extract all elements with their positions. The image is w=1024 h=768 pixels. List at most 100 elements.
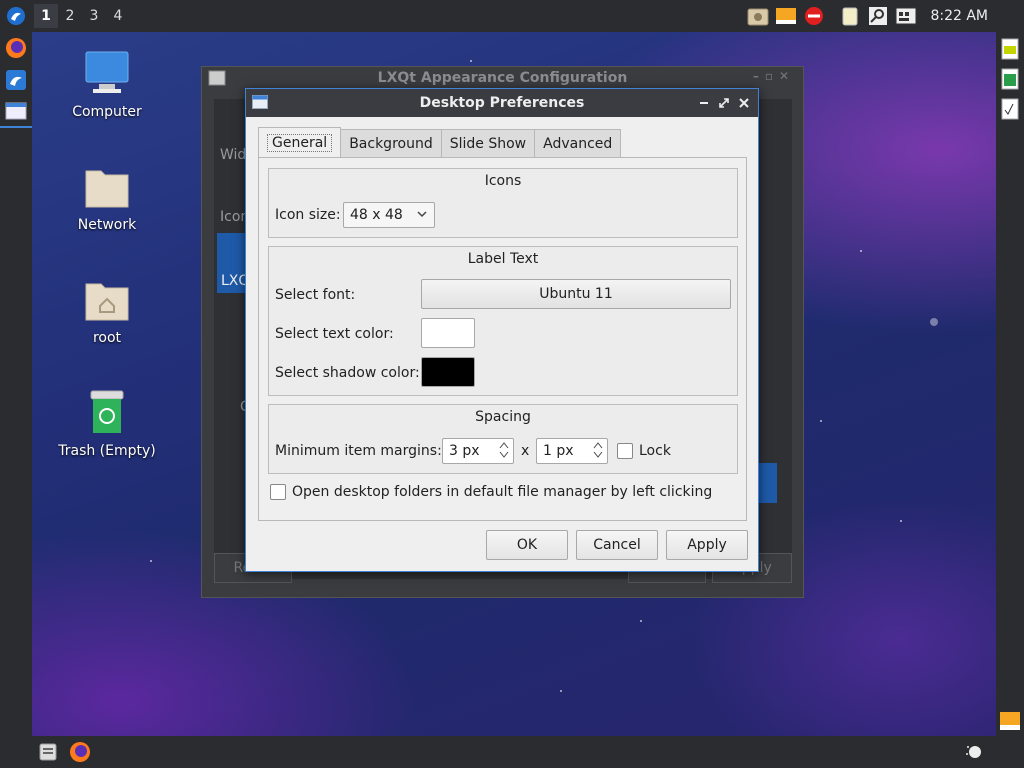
firefox-icon[interactable] [0,32,32,64]
margin-x-spinbox[interactable]: 3 px [442,438,514,464]
magnifier-icon[interactable] [866,4,890,28]
desktop-preferences-dialog: Desktop Preferences General Background S… [245,88,759,572]
minimum-margins-label: Minimum item margins: [275,443,442,459]
chevron-down-icon [416,208,428,224]
font-value: Ubuntu 11 [539,286,613,302]
chevron-down-icon[interactable] [593,451,603,459]
lock-checkbox[interactable] [617,443,633,459]
select-shadow-color-label: Select shadow color: [275,365,420,381]
desktop-icon-computer[interactable]: Computer [47,50,167,120]
group-title: Spacing [475,409,531,425]
file-manager-icon[interactable] [34,738,62,766]
icon-size-select[interactable]: 48 x 48 [343,202,435,228]
dialog-titlebar[interactable]: Desktop Preferences [246,89,758,117]
tab-background[interactable]: Background [341,129,442,157]
tab-bar: General Background Slide Show Advanced [258,127,622,157]
maximize-icon[interactable] [718,97,730,109]
group-title: Icons [484,173,522,189]
desktop-icon-label: Trash (Empty) [58,443,156,459]
home-folder-icon [83,276,131,324]
show-desktop-icon[interactable] [960,738,988,766]
desktop-icon-root[interactable]: root [47,276,167,346]
tab-label: Slide Show [449,135,527,152]
window-icon [252,95,268,113]
dialog-title: Desktop Preferences [419,95,585,111]
desktop-icon-network[interactable]: Network [47,163,167,233]
folder-network-icon [83,163,131,211]
spacing-group: Spacing Minimum item margins: 3 px x 1 p… [268,404,738,474]
workspace-4[interactable]: 4 [106,4,130,28]
bottom-panel [0,736,1024,768]
spreadsheet-icon[interactable] [996,64,1024,94]
firefox-icon[interactable] [66,738,94,766]
margin-separator: x [521,443,530,459]
window-controls[interactable]: –▫✕ [753,69,795,83]
qt-document-icon[interactable] [996,34,1024,64]
notes-icon[interactable] [838,4,862,28]
chevron-up-icon[interactable] [499,441,509,449]
desktop-icon-label: Network [77,217,137,233]
keyboard-layout-icon[interactable] [894,4,918,28]
apply-button[interactable]: Apply [666,530,748,560]
chevron-down-icon[interactable] [499,451,509,459]
right-panel [996,32,1024,736]
margin-y-spinbox[interactable]: 1 px [536,438,608,464]
clock[interactable]: 8:22 AM [930,8,988,24]
general-tab-pane: Icons Icon size: 48 x 48 Label Text Sele… [258,157,747,521]
screenshot-icon[interactable] [746,4,770,28]
minimize-icon[interactable] [698,97,710,109]
lock-label: Lock [639,443,671,459]
tab-label: Advanced [543,135,613,152]
archive-icon[interactable] [996,706,1024,736]
partial-label: Wid [220,147,247,163]
desktop-icon-trash[interactable]: Trash (Empty) [47,389,167,459]
tab-label: General [267,133,333,152]
open-folders-label: Open desktop folders in default file man… [292,484,713,500]
icons-group: Icons Icon size: 48 x 48 [268,168,738,238]
workspace-3[interactable]: 3 [82,4,106,28]
trash-icon [83,389,131,437]
app-menu-icon[interactable] [4,4,28,28]
tab-label: Background [349,135,433,152]
select-text-color-label: Select text color: [275,326,394,342]
margin-y-value: 1 px [543,443,574,459]
label-text-group: Label Text Select font: Ubuntu 11 Select… [268,246,738,396]
shadow-color-swatch-button[interactable] [421,357,475,387]
icon-size-label: Icon size: [275,207,341,223]
top-panel: 1 2 3 4 8:22 AM [0,0,1024,32]
margin-x-value: 3 px [449,443,480,459]
tab-advanced[interactable]: Advanced [535,129,622,157]
formula-document-icon[interactable] [996,94,1024,124]
no-entry-icon[interactable] [802,4,826,28]
lxqt-launcher-icon[interactable] [0,64,32,96]
selected-item[interactable] [759,463,777,503]
workspace-switcher: 1 2 3 4 [34,4,130,28]
icon-size-value: 48 x 48 [350,207,403,223]
left-launcher-panel [0,32,32,736]
ok-button[interactable]: OK [486,530,568,560]
open-folders-checkbox[interactable] [270,484,286,500]
tab-slide-show[interactable]: Slide Show [441,129,536,157]
system-tray: 8:22 AM [744,0,1024,32]
appearance-window-title: LXQt Appearance Configuration [377,70,628,86]
workspace-1[interactable]: 1 [34,4,58,28]
workspace-2[interactable]: 2 [58,4,82,28]
tab-general[interactable]: General [258,127,342,157]
text-color-swatch-button[interactable] [421,318,475,348]
computer-icon [83,50,131,98]
group-title: Label Text [467,251,539,267]
desktop-icon-label: root [92,330,122,346]
close-icon[interactable] [738,97,750,109]
select-font-label: Select font: [275,287,356,303]
cancel-button[interactable]: Cancel [576,530,658,560]
spin-arrows[interactable] [593,441,603,459]
spin-arrows[interactable] [499,441,509,459]
clipboard-orange-icon[interactable] [774,4,798,28]
appearance-window-titlebar[interactable]: LXQt Appearance Configuration –▫✕ [202,67,803,89]
dialog-window-controls [698,89,750,117]
select-font-button[interactable]: Ubuntu 11 [421,279,731,309]
desktop-icon-label: Computer [72,104,142,120]
chevron-up-icon[interactable] [593,441,603,449]
window-task-icon[interactable] [0,96,32,128]
window-icon [208,70,226,90]
